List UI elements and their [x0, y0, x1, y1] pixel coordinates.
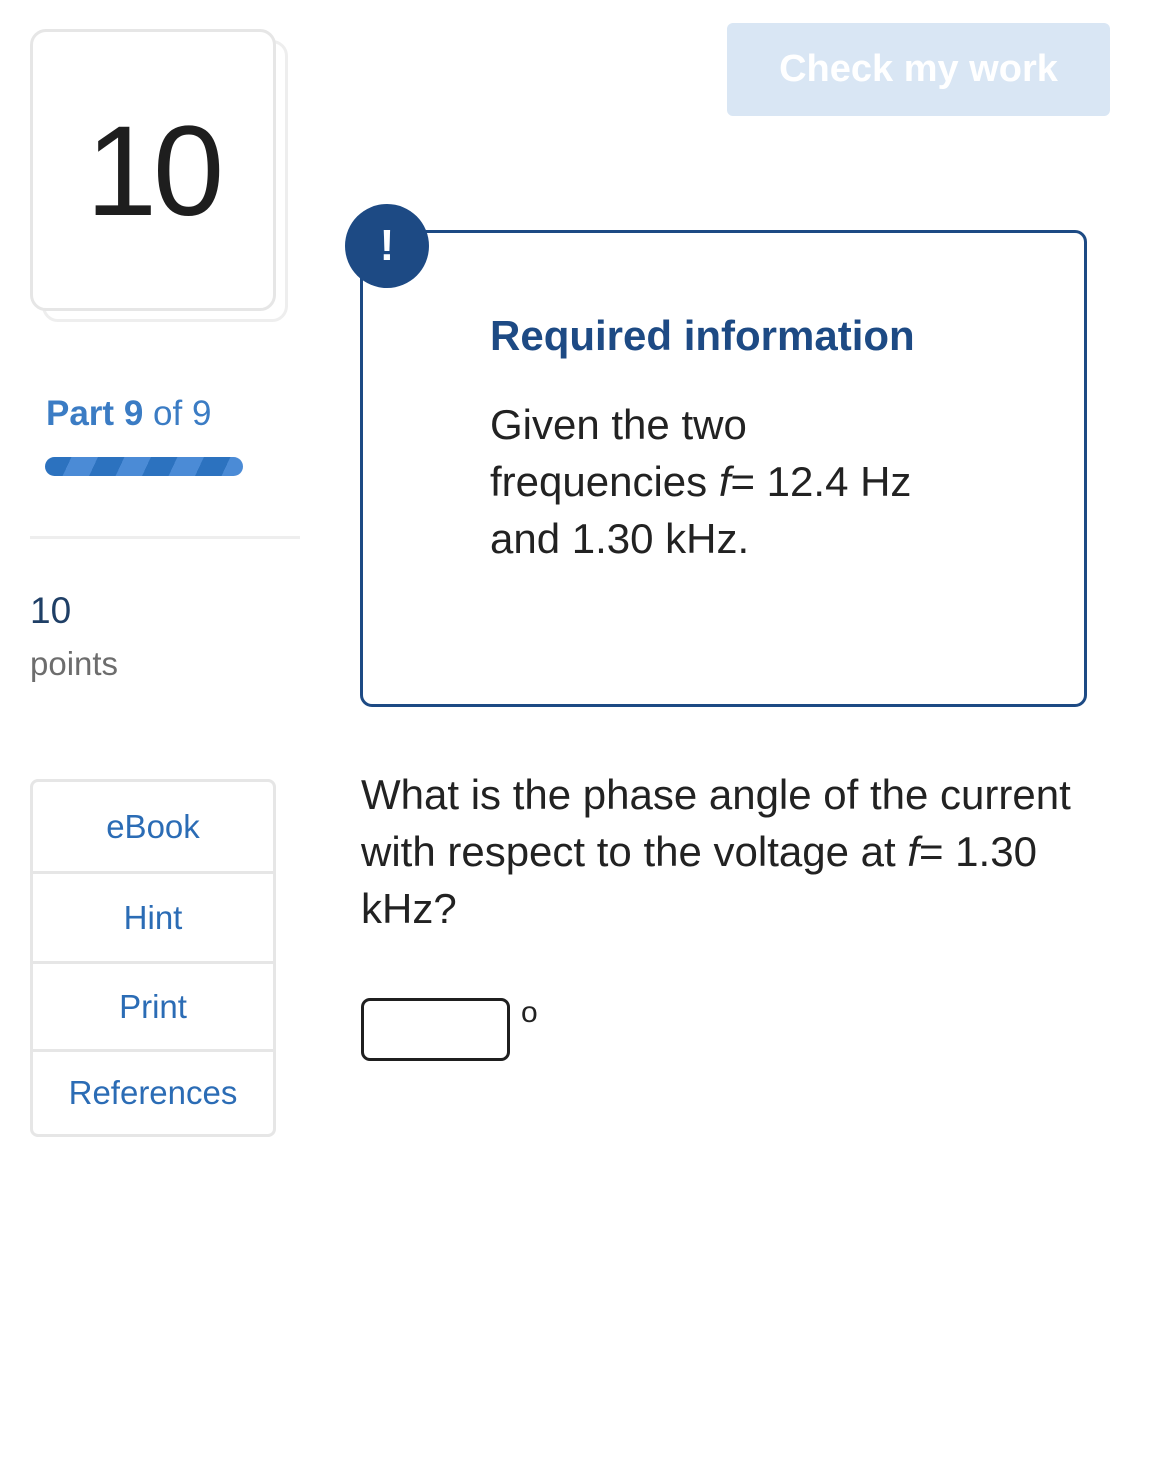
part-indicator: Part 9 of 9	[46, 394, 211, 434]
sidebar-divider	[30, 536, 300, 539]
hint-button[interactable]: Hint	[33, 871, 273, 961]
alert-icon: !	[345, 204, 429, 288]
info-text-start: Given the two frequencies	[490, 401, 747, 505]
answer-input[interactable]	[361, 998, 510, 1061]
part-progress-bar	[45, 457, 243, 476]
print-button[interactable]: Print	[33, 961, 273, 1049]
part-word: Part	[46, 394, 115, 433]
required-info-text: Given the two frequencies f= 12.4 Hz and…	[490, 396, 960, 567]
required-info-title: Required information	[490, 312, 915, 359]
info-variable-f: f	[718, 458, 731, 505]
points-label: points	[30, 645, 119, 682]
question-number: 10	[85, 100, 224, 243]
part-total: of 9	[153, 394, 212, 433]
points-value: 10	[30, 590, 72, 631]
question-prompt: What is the phase angle of the current w…	[361, 766, 1121, 937]
ebook-button[interactable]: eBook	[33, 782, 273, 871]
references-button[interactable]: References	[33, 1049, 273, 1134]
resource-list: eBook Hint Print References	[30, 779, 276, 1137]
question-variable-f: f	[907, 828, 919, 875]
check-my-work-button[interactable]: Check my work	[727, 23, 1110, 116]
part-current: 9	[123, 394, 144, 433]
degree-unit: o	[521, 996, 538, 1029]
question-number-card: 10	[30, 29, 276, 311]
